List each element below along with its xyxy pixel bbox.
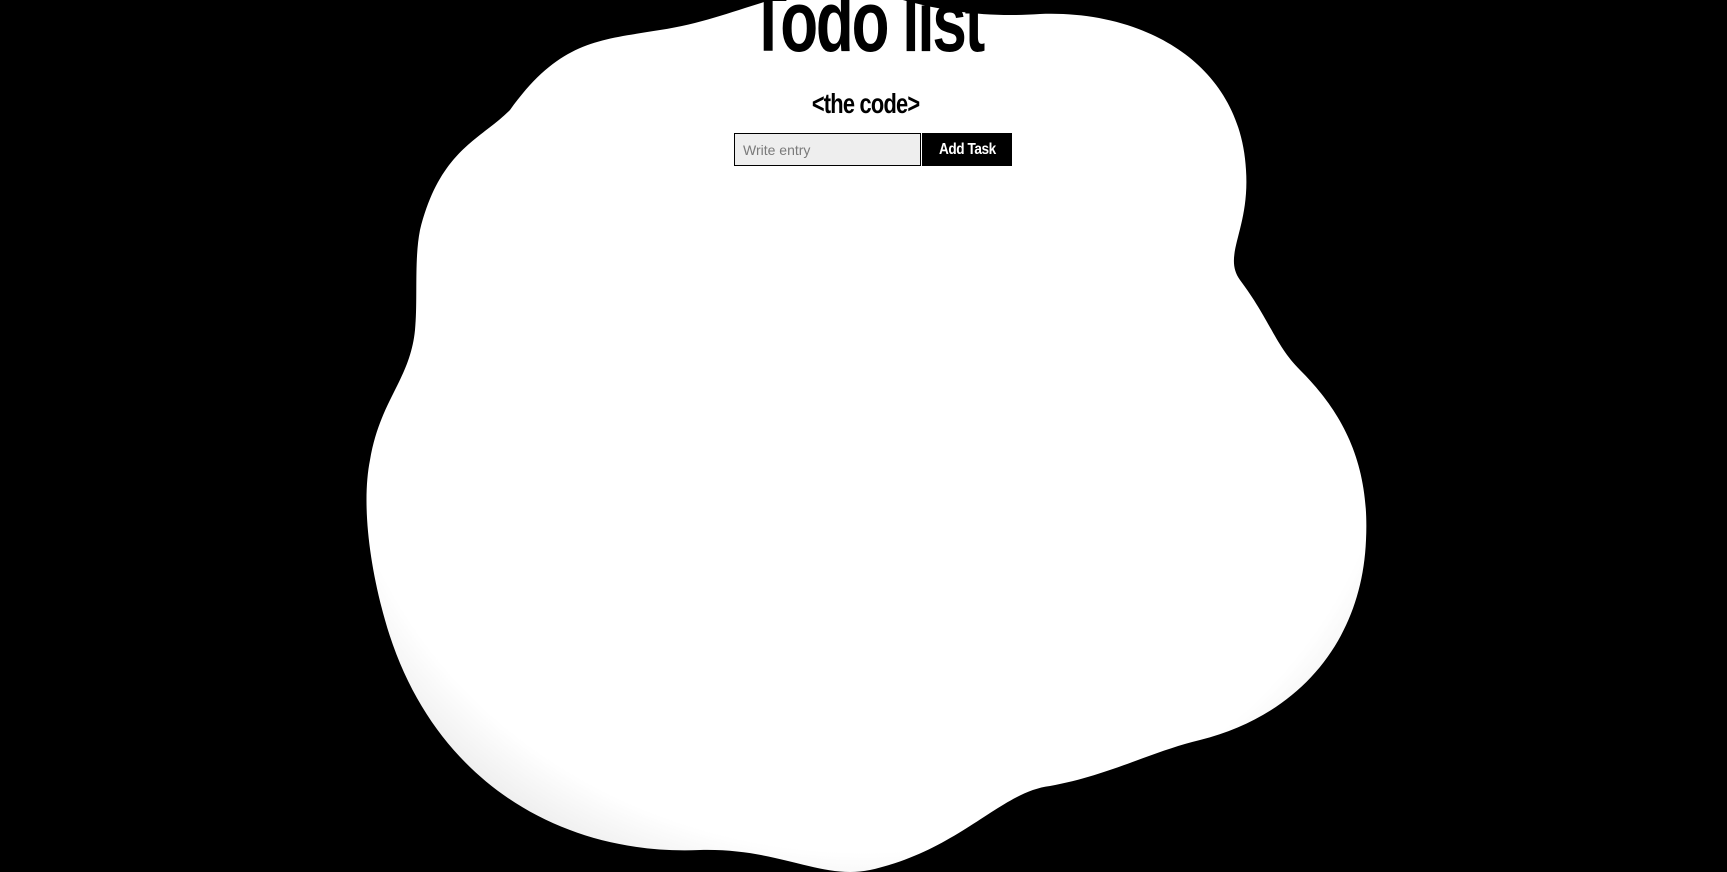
entry-form: Add Task bbox=[734, 133, 1012, 166]
todo-app: Todo list <the code> Add Task bbox=[0, 0, 1727, 200]
page-title: Todo list bbox=[749, 0, 985, 70]
page-subtitle: <the code> bbox=[811, 88, 920, 119]
add-task-button[interactable]: Add Task bbox=[922, 133, 1012, 166]
entry-input[interactable] bbox=[734, 133, 921, 166]
add-task-label: Add Task bbox=[938, 140, 996, 158]
